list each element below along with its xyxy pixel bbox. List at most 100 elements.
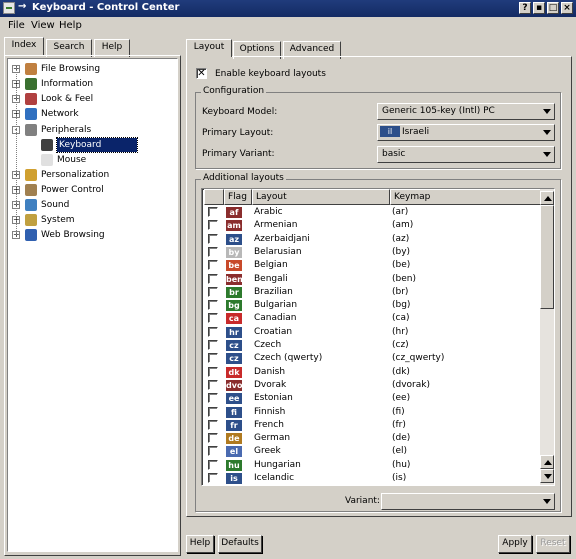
defaults-button[interactable]: Defaults — [218, 535, 262, 553]
scroll-up-lower-button[interactable] — [540, 455, 554, 469]
keymap-value: (is) — [392, 473, 407, 483]
menu-view[interactable]: View — [31, 20, 55, 31]
system-icon — [25, 214, 37, 226]
chevron-down-icon — [543, 499, 551, 504]
additional-layouts-title: Additional layouts — [201, 173, 286, 183]
layout-checkbox[interactable] — [208, 233, 218, 244]
maximize-button[interactable]: □ — [547, 2, 559, 14]
tab-index[interactable]: Index — [4, 37, 44, 55]
minimize-button[interactable]: ▪ — [533, 2, 545, 14]
tree-item-label: System — [41, 215, 75, 225]
table-row[interactable]: dvo Dvorak (dvorak) — [204, 379, 539, 392]
enable-layouts-checkbox[interactable]: ✕ — [196, 68, 207, 79]
table-row[interactable]: am Armenian (am) — [204, 219, 539, 232]
scroll-up-button[interactable] — [540, 191, 554, 205]
layout-checkbox[interactable] — [208, 446, 218, 457]
layout-checkbox[interactable] — [208, 220, 218, 231]
table-row[interactable]: ca Canadian (ca) — [204, 312, 539, 325]
layout-checkbox[interactable] — [208, 273, 218, 284]
layout-checkbox[interactable] — [208, 286, 218, 297]
menu-help[interactable]: Help — [59, 20, 82, 31]
table-row[interactable]: fi Finnish (fi) — [204, 406, 539, 419]
table-row[interactable]: el Greek (el) — [204, 445, 539, 458]
layout-checkbox[interactable] — [208, 419, 218, 430]
table-row[interactable]: az Azerbaidjani (az) — [204, 233, 539, 246]
tab-layout[interactable]: Layout — [186, 39, 232, 57]
table-row[interactable]: br Brazilian (br) — [204, 286, 539, 299]
menu-file[interactable]: File — [8, 20, 25, 31]
keyboard-model-value: Generic 105-key (Intl) PC — [382, 106, 495, 116]
column-header-keymap[interactable]: Keymap — [390, 189, 541, 205]
layout-name: Armenian — [254, 220, 298, 231]
flag-icon: cz — [226, 340, 242, 351]
tree-item-label: Power Control — [41, 185, 104, 195]
layout-checkbox[interactable] — [208, 353, 218, 364]
layout-checkbox[interactable] — [208, 246, 218, 257]
layout-name: Azerbaidjani — [254, 233, 310, 244]
layout-checkbox[interactable] — [208, 473, 218, 483]
layout-checkbox[interactable] — [208, 406, 218, 417]
close-button[interactable]: × — [561, 2, 573, 14]
layout-checkbox[interactable] — [208, 207, 218, 217]
keyboard-model-select[interactable]: Generic 105-key (Intl) PC — [377, 103, 555, 120]
variant-select[interactable] — [381, 493, 555, 510]
layout-checkbox[interactable] — [208, 379, 218, 390]
layout-checkbox[interactable] — [208, 433, 218, 444]
flag-icon: ben — [226, 273, 243, 285]
additional-layouts-list[interactable]: Flag Layout Keymap af Arabic (ar) am Armenia… — [201, 188, 555, 486]
layout-checkbox[interactable] — [208, 300, 218, 311]
window-title: Keyboard - Control Center — [32, 2, 180, 13]
power-control-icon — [25, 184, 37, 196]
layout-checkbox[interactable] — [208, 366, 218, 377]
tree-connector-line — [16, 67, 17, 235]
layout-checkbox[interactable] — [208, 459, 218, 470]
scroll-thumb[interactable] — [540, 205, 554, 309]
layout-name: Finnish — [254, 406, 286, 417]
layout-name: German — [254, 433, 291, 444]
column-header-layout[interactable]: Layout — [252, 189, 390, 205]
help-title-button[interactable]: ? — [519, 2, 531, 14]
table-row[interactable]: cz Czech (cz) — [204, 339, 539, 352]
layout-name: Danish — [254, 366, 286, 377]
column-header-flag[interactable]: Flag — [224, 189, 252, 205]
tree-item-label: Personalization — [41, 170, 110, 180]
mouse-icon — [41, 154, 53, 166]
table-row[interactable]: is Icelandic (is) — [204, 472, 539, 485]
column-header-check[interactable] — [204, 189, 224, 205]
vertical-scrollbar[interactable] — [540, 189, 554, 485]
chevron-down-icon — [543, 152, 551, 157]
flag-icon: fr — [226, 419, 242, 431]
enable-layouts-label: Enable keyboard layouts — [215, 69, 326, 79]
reset-button[interactable]: Reset — [536, 535, 570, 553]
layout-checkbox[interactable] — [208, 326, 218, 337]
flag-icon: el — [226, 446, 242, 458]
scroll-down-button[interactable] — [540, 469, 554, 483]
table-row[interactable]: af Arabic (ar) — [204, 206, 539, 219]
table-row[interactable]: de German (de) — [204, 432, 539, 445]
table-row[interactable]: fr French (fr) — [204, 419, 539, 432]
primary-layout-select[interactable]: il Israeli — [377, 124, 555, 141]
table-row[interactable]: ben Bengali (ben) — [204, 273, 539, 286]
layout-checkbox[interactable] — [208, 340, 218, 350]
flag-icon: br — [226, 286, 242, 298]
table-row[interactable]: bg Bulgarian (bg) — [204, 299, 539, 312]
layout-checkbox[interactable] — [208, 260, 218, 271]
primary-variant-select[interactable]: basic — [377, 146, 555, 163]
flag-icon: by — [226, 246, 242, 258]
flag-icon: de — [226, 433, 242, 445]
table-row[interactable]: cz Czech (qwerty) (cz_qwerty) — [204, 352, 539, 365]
apply-button[interactable]: Apply — [498, 535, 532, 553]
table-row[interactable]: hu Hungarian (hu) — [204, 459, 539, 472]
table-row[interactable]: dk Danish (dk) — [204, 366, 539, 379]
table-row[interactable]: hr Croatian (hr) — [204, 326, 539, 339]
title-bar: → Keyboard - Control Center ? ▪ □ × — [0, 0, 576, 17]
network-icon — [25, 108, 37, 120]
table-row[interactable]: be Belgian (be) — [204, 259, 539, 272]
help-button[interactable]: Help — [186, 535, 214, 553]
tree-item-label: Peripherals — [41, 125, 92, 135]
layout-checkbox[interactable] — [208, 313, 218, 324]
table-row[interactable]: by Belarusian (by) — [204, 246, 539, 259]
flag-icon: af — [226, 207, 242, 218]
table-row[interactable]: ee Estonian (ee) — [204, 392, 539, 405]
layout-checkbox[interactable] — [208, 393, 218, 404]
